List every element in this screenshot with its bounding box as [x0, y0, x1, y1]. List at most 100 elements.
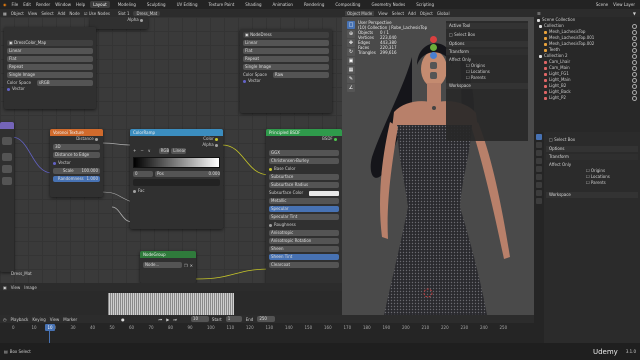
timeline[interactable]: ◷ Playback Keying View Marker ● ⏮ ▶ ⏭ 10…	[0, 315, 534, 343]
gizmo-z-axis-icon[interactable]	[429, 52, 437, 59]
visibility-eye-icon[interactable]	[632, 95, 637, 101]
workspace-tab-uv-editing[interactable]: UV Editing	[174, 1, 201, 8]
roughness-socket[interactable]	[269, 223, 272, 227]
blender-logo-icon[interactable]: ◉	[3, 2, 7, 7]
node-header-view[interactable]: View	[28, 11, 38, 16]
editor-type-icon[interactable]: ▦	[3, 11, 7, 16]
visibility-eye-icon[interactable]	[632, 23, 637, 29]
color-space-dropdown-2[interactable]: Raw	[272, 72, 329, 78]
measure-tool-icon[interactable]: ∠	[347, 84, 355, 92]
visibility-eye-icon[interactable]	[632, 71, 637, 77]
visibility-eye-icon[interactable]	[632, 89, 637, 95]
workspace-tab-rendering[interactable]: Rendering	[301, 1, 327, 8]
base-color-socket[interactable]	[269, 167, 272, 171]
close-icon[interactable]: ✕	[190, 263, 193, 268]
visibility-eye-icon[interactable]	[632, 41, 637, 47]
menu-window[interactable]: Window	[55, 2, 71, 7]
timeline-menu-keying[interactable]: Keying	[32, 317, 45, 322]
workspace-tab-scripting[interactable]: Scripting	[413, 1, 437, 8]
bsdf-input-anisotropic[interactable]: Anisotropic	[269, 230, 339, 236]
ramp-gradient-bar[interactable]	[133, 157, 220, 168]
output-properties-tab-icon[interactable]	[536, 150, 542, 156]
node-header-object[interactable]: Object	[11, 11, 24, 16]
visibility-eye-icon[interactable]	[632, 29, 637, 35]
scene-properties-tab-icon[interactable]	[536, 166, 542, 172]
playhead[interactable]: 10	[45, 324, 55, 331]
menu-edit[interactable]: Edit	[23, 2, 31, 7]
gizmo-y-axis-icon[interactable]	[429, 44, 437, 51]
left-node-field-3[interactable]	[2, 165, 12, 173]
image-texture-node-dresscolor[interactable]: ▣ DressColor_Map Linear Flat Repeat Sing…	[4, 27, 96, 109]
jump-end-icon[interactable]: ⏭	[173, 317, 177, 322]
image-editor-menu-view[interactable]: View	[11, 285, 21, 290]
vector-socket-2[interactable]	[243, 79, 246, 83]
visibility-eye-icon[interactable]	[632, 53, 637, 59]
parents-checkbox[interactable]: ☐ Parents	[446, 75, 528, 81]
object-properties-tab-icon[interactable]	[536, 182, 542, 188]
current-frame-field[interactable]: 10	[190, 316, 209, 322]
bsdf-input-sheen[interactable]: Sheen	[269, 246, 339, 252]
node-header-add[interactable]: Add	[58, 11, 66, 16]
vector-socket[interactable]	[7, 87, 10, 91]
left-partial-node[interactable]	[0, 122, 14, 272]
voronoi-texture-node[interactable]: Voronoi Texture Distance 3D Distance to …	[50, 129, 103, 197]
workspace-tab-geometry-nodes[interactable]: Geometry Nodes	[368, 1, 408, 8]
properties-workspace-section[interactable]: Workspace	[546, 192, 638, 198]
workspace-tab-modeling[interactable]: Modeling	[115, 1, 139, 8]
active-tool-section[interactable]: Active Tool	[446, 23, 528, 29]
timeline-ruler[interactable]: 0102030405060708090100110120130140150160…	[0, 324, 534, 331]
cursor-tool-icon[interactable]: ⊕	[347, 30, 355, 38]
viewport-menu-object[interactable]: Object	[420, 11, 433, 16]
material-properties-tab-icon[interactable]	[536, 198, 542, 204]
select-box-tool-icon[interactable]: □	[347, 21, 355, 29]
scale-field[interactable]: Scale 100.000	[53, 168, 100, 174]
randomness-field[interactable]: Randomness 1.000	[53, 176, 100, 182]
visibility-eye-icon[interactable]	[632, 83, 637, 89]
jump-start-icon[interactable]: ⏮	[159, 317, 163, 322]
use-nodes-checkbox[interactable]: ☑ Use Nodes	[84, 11, 114, 16]
interpolation-dropdown[interactable]: Linear	[7, 48, 93, 54]
voronoi-vector-socket[interactable]	[53, 161, 56, 165]
auto-key-button[interactable]: ●	[121, 317, 125, 322]
principled-bsdf-node[interactable]: Principled BSDF BSDF GGX Christensen-Bur…	[266, 129, 342, 291]
play-icon[interactable]: ▶	[166, 317, 169, 322]
workspace-tab-sculpting[interactable]: Sculpting	[144, 1, 169, 8]
workspace-section[interactable]: Workspace	[446, 83, 528, 89]
extension-dropdown-2[interactable]: Repeat	[243, 56, 329, 62]
menu-render[interactable]: Render	[36, 2, 50, 7]
workspace-tab-compositing[interactable]: Compositing	[332, 1, 363, 8]
viewport-menu-view[interactable]: View	[378, 11, 388, 16]
visibility-eye-icon[interactable]	[632, 47, 637, 53]
bsdf-input-subsurface[interactable]: Subsurface	[269, 174, 339, 180]
properties-transform-section[interactable]: Transform	[546, 154, 638, 160]
ramp-interpolation[interactable]: Linear	[171, 148, 186, 154]
stop-index-field[interactable]: 0	[133, 171, 153, 177]
subsurface-color-swatch[interactable]	[309, 190, 339, 196]
image-name-field[interactable]: ▣ DressColor_Map	[7, 40, 93, 46]
left-node-field-1[interactable]	[2, 137, 12, 145]
material-selector[interactable]: Dress_Mat	[133, 10, 161, 16]
start-frame-field[interactable]: 1	[225, 316, 242, 322]
zoom-icon[interactable]	[429, 62, 437, 69]
ramp-menu-icon[interactable]: ∨	[148, 148, 151, 154]
add-stop-button[interactable]: +	[133, 148, 136, 154]
visibility-eye-icon[interactable]	[632, 65, 637, 71]
node-editor[interactable]: Alpha ▣ DressColor_Map Linear Flat Repea…	[0, 17, 342, 291]
bsdf-input-specular[interactable]: Specular	[269, 206, 339, 212]
bsdf-input-sheen-tint[interactable]: Sheen Tint	[269, 254, 339, 260]
end-frame-field[interactable]: 250	[257, 316, 276, 322]
transform-tool-icon[interactable]: ▦	[347, 66, 355, 74]
stop-pos-field[interactable]: Pos 0.000	[155, 171, 220, 177]
dimensions-dropdown[interactable]: 3D	[53, 144, 100, 150]
3d-viewport[interactable]: □ ⊕ ✥ ↻ ▣ ▦ ✎ ∠ User Perspective (10) Co…	[342, 17, 534, 315]
view-layer-tab-icon[interactable]	[536, 158, 542, 164]
outliner-type-icon[interactable]: ☰	[537, 11, 541, 16]
properties-editor[interactable]: □ Select Box Options Transform Affect On…	[534, 132, 640, 343]
source-dropdown[interactable]: Single Image	[7, 72, 93, 78]
visibility-eye-icon[interactable]	[632, 35, 637, 41]
properties-options-section[interactable]: Options	[546, 146, 638, 152]
interpolation-dropdown-2[interactable]: Linear	[243, 40, 329, 46]
subsurface-method-dropdown[interactable]: Christensen-Burley	[269, 158, 339, 164]
image-name-field-2[interactable]: ▣ NodeDress	[243, 32, 329, 38]
projection-dropdown[interactable]: Flat	[7, 56, 93, 62]
